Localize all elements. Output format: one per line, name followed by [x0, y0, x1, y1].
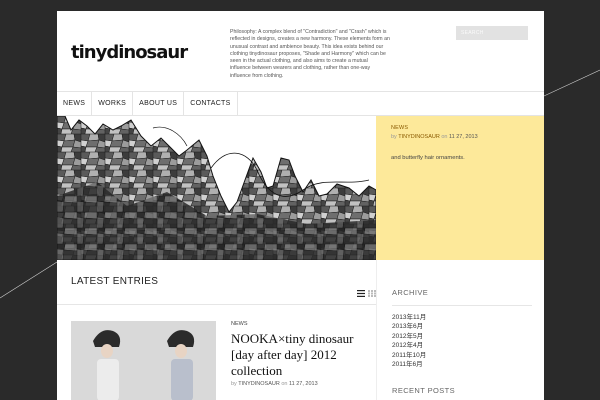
- featured-date: 11 27, 2013: [449, 134, 478, 140]
- sidebar: ARCHIVE 2013年11月 2013年6月 2012年5月 2012年4月…: [376, 260, 544, 400]
- archive-divider: [392, 305, 532, 306]
- featured-post-panel: NEWS by TINYDINOSAUR on 11 27, 2013 and …: [376, 116, 544, 260]
- archive-link[interactable]: 2012年5月: [392, 332, 426, 341]
- archive-list: 2013年11月 2013年6月 2012年5月 2012年4月 2011年10…: [392, 313, 426, 369]
- section-divider: [57, 304, 376, 305]
- archive-link[interactable]: 2011年10月: [392, 351, 426, 360]
- nav-item-news[interactable]: NEWS: [57, 92, 93, 115]
- archive-link[interactable]: 2013年11月: [392, 313, 426, 322]
- search-input[interactable]: [456, 26, 528, 40]
- archive-heading: ARCHIVE: [392, 288, 429, 297]
- list-view-icon[interactable]: [357, 290, 365, 297]
- recent-posts-heading: RECENT POSTS: [392, 386, 456, 395]
- featured-category[interactable]: NEWS: [391, 125, 529, 131]
- latest-entries-section: LATEST ENTRIES NEWS NOOKA×tiny dinosaur …: [57, 260, 376, 400]
- entry-meta: by TINYDINOSAUR on 11 27, 2013: [231, 381, 318, 387]
- entry-by: by: [231, 381, 237, 387]
- philosophy-text: Philosophy: A complex blend of "Contradi…: [230, 29, 390, 79]
- entry-title[interactable]: NOOKA×tiny dinosaur [day after day] 2012…: [231, 331, 376, 379]
- archive-link[interactable]: 2013年6月: [392, 322, 426, 331]
- entry-author[interactable]: TINYDINOSAUR: [238, 381, 280, 387]
- view-toggle: [357, 290, 376, 297]
- featured-author[interactable]: TINYDINOSAUR: [398, 134, 440, 140]
- nav-item-contacts[interactable]: CONTACTS: [184, 92, 238, 115]
- site-header: tinydinosaur Philosophy: A complex blend…: [57, 11, 544, 91]
- archive-link[interactable]: 2012年4月: [392, 341, 426, 350]
- entry-on: on: [281, 381, 288, 387]
- main-nav: NEWS WORKS ABOUT US CONTACTS: [57, 91, 544, 116]
- nav-item-works[interactable]: WORKS: [92, 92, 134, 115]
- archive-link[interactable]: 2011年6月: [392, 360, 426, 369]
- dinosaur-rocks-illustration: [57, 116, 376, 260]
- models-photo: [71, 321, 216, 400]
- latest-entries-title: LATEST ENTRIES: [71, 276, 159, 287]
- hero-image[interactable]: [57, 116, 376, 260]
- featured-on: on: [441, 134, 448, 140]
- site-logo[interactable]: tinydinosaur: [71, 42, 188, 63]
- entry-category[interactable]: NEWS: [231, 321, 248, 327]
- grid-view-icon[interactable]: [368, 290, 376, 297]
- featured-meta: by TINYDINOSAUR on 11 27, 2013: [391, 134, 529, 140]
- page-container: tinydinosaur Philosophy: A complex blend…: [57, 11, 544, 400]
- entry-date: 11 27, 2013: [289, 381, 318, 387]
- entry-thumbnail[interactable]: [71, 321, 216, 400]
- featured-excerpt: and butterfly hair ornaments.: [391, 155, 465, 161]
- nav-item-about-us[interactable]: ABOUT US: [133, 92, 185, 115]
- featured-by: by: [391, 134, 397, 140]
